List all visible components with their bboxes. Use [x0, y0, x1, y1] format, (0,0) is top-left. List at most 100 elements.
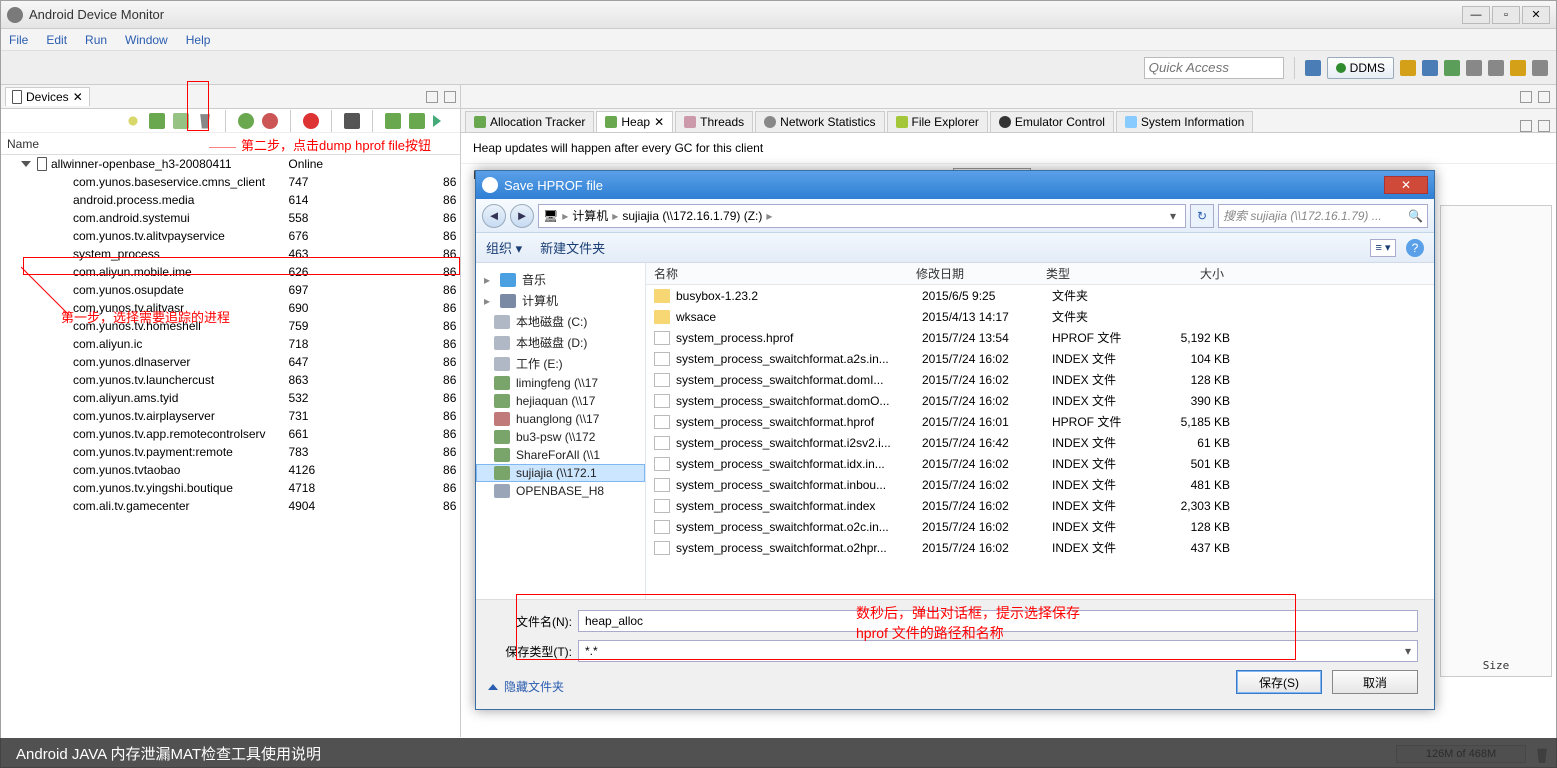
view-menu-icon[interactable]	[433, 115, 441, 127]
file-row[interactable]: busybox-1.23.22015/6/5 9:25文件夹	[646, 285, 1434, 306]
minimize-view-icon[interactable]	[426, 91, 438, 103]
file-row[interactable]: system_process_swaitchformat.index2015/7…	[646, 495, 1434, 516]
open-perspective-icon[interactable]	[1305, 60, 1321, 76]
tab-file-explorer[interactable]: File Explorer	[887, 111, 988, 132]
tb-icon-4[interactable]	[1466, 60, 1482, 76]
search-input[interactable]: 搜索 sujiajia (\\172.16.1.79) ... 🔍	[1218, 204, 1428, 228]
process-row[interactable]: com.ali.tv.gamecenter490486	[1, 497, 460, 515]
toolbar-extra-icon[interactable]	[409, 113, 425, 129]
tree-item[interactable]: sujiajia (\\172.1	[476, 464, 645, 482]
rp-min-icon[interactable]	[1520, 91, 1532, 103]
tab-close-icon[interactable]: ✕	[73, 90, 83, 104]
tree-item[interactable]: ▸计算机	[476, 290, 645, 311]
menu-window[interactable]: Window	[125, 33, 168, 47]
file-row[interactable]: wksace2015/4/13 14:17文件夹	[646, 306, 1434, 327]
rp-max-icon[interactable]	[1538, 91, 1550, 103]
file-row[interactable]: system_process_swaitchformat.inbou...201…	[646, 474, 1434, 495]
cancel-button[interactable]: 取消	[1332, 670, 1418, 694]
devices-tab[interactable]: Devices ✕	[5, 87, 90, 106]
menu-file[interactable]: File	[9, 33, 28, 47]
tab-emulator-control[interactable]: Emulator Control	[990, 111, 1114, 132]
file-row[interactable]: system_process_swaitchformat.i2sv2.i...2…	[646, 432, 1434, 453]
close-button[interactable]: ✕	[1522, 6, 1550, 24]
refresh-button[interactable]: ↻	[1190, 204, 1214, 228]
process-row[interactable]: com.aliyun.ams.tyid53286	[1, 389, 460, 407]
tree-item[interactable]: OPENBASE_H8	[476, 482, 645, 500]
file-row[interactable]: system_process_swaitchformat.idx.in...20…	[646, 453, 1434, 474]
tree-item[interactable]: limingfeng (\\17	[476, 374, 645, 392]
tree-item[interactable]: ▸音乐	[476, 269, 645, 290]
file-list[interactable]: 名称 修改日期 类型 大小 busybox-1.23.22015/6/5 9:2…	[646, 263, 1434, 599]
adm-titlebar[interactable]: Android Device Monitor — ▫ ✕	[1, 1, 1556, 29]
tree-item[interactable]: ShareForAll (\\1	[476, 446, 645, 464]
tb-icon-5[interactable]	[1488, 60, 1504, 76]
tree-item[interactable]: bu3-psw (\\172	[476, 428, 645, 446]
tree-item[interactable]: 本地磁盘 (C:)	[476, 311, 645, 332]
hide-folders-toggle[interactable]: 隐藏文件夹	[488, 678, 564, 695]
file-row[interactable]: system_process_swaitchformat.domO...2015…	[646, 390, 1434, 411]
process-row[interactable]: com.yunos.tv.app.remotecontrolserv66186	[1, 425, 460, 443]
view-options-button[interactable]: ≡ ▾	[1370, 239, 1396, 257]
update-heap-icon[interactable]	[149, 113, 165, 129]
rp-tabs-max-icon[interactable]	[1538, 120, 1550, 132]
process-row[interactable]: com.yunos.tv.yingshi.boutique471886	[1, 479, 460, 497]
tab-network-statistics[interactable]: Network Statistics	[755, 111, 884, 132]
screen-capture-icon[interactable]	[344, 113, 360, 129]
tree-item[interactable]: huanglong (\\17	[476, 410, 645, 428]
process-row[interactable]: com.yunos.dlnaserver64786	[1, 353, 460, 371]
process-row[interactable]: com.yunos.tv.payment:remote78386	[1, 443, 460, 461]
nav-back-button[interactable]: ◄	[482, 204, 506, 228]
maximize-button[interactable]: ▫	[1492, 6, 1520, 24]
tb-icon-6[interactable]	[1510, 60, 1526, 76]
maximize-view-icon[interactable]	[444, 91, 456, 103]
tree-item[interactable]: 本地磁盘 (D:)	[476, 332, 645, 353]
file-row[interactable]: system_process_swaitchformat.domI...2015…	[646, 369, 1434, 390]
minimize-button[interactable]: —	[1462, 6, 1490, 24]
process-row[interactable]: com.yunos.baseservice.cmns_client74786	[1, 173, 460, 191]
stop-process-icon[interactable]	[303, 113, 319, 129]
tab-close-icon[interactable]: ✕	[654, 115, 664, 129]
new-folder-button[interactable]: 新建文件夹	[540, 238, 605, 257]
process-row[interactable]: com.aliyun.ic71886	[1, 335, 460, 353]
folder-tree[interactable]: ▸音乐▸计算机本地磁盘 (C:)本地磁盘 (D:)工作 (E:)limingfe…	[476, 263, 646, 599]
organize-button[interactable]: 组织 ▾	[486, 238, 522, 257]
nav-forward-button[interactable]: ►	[510, 204, 534, 228]
process-row[interactable]: android.process.media61486	[1, 191, 460, 209]
tb-icon-7[interactable]	[1532, 60, 1548, 76]
menu-help[interactable]: Help	[186, 33, 211, 47]
file-row[interactable]: system_process_swaitchformat.o2c.in...20…	[646, 516, 1434, 537]
file-row[interactable]: system_process_swaitchformat.hprof2015/7…	[646, 411, 1434, 432]
process-row[interactable]: com.yunos.tv.airplayserver73186	[1, 407, 460, 425]
process-list[interactable]: allwinner-openbase_h3-20080411Onlinecom.…	[1, 155, 460, 737]
crumb-location[interactable]: sujiajia (\\172.16.1.79) (Z:)	[622, 209, 762, 223]
process-row[interactable]: com.android.systemui55886	[1, 209, 460, 227]
tb-icon-2[interactable]	[1422, 60, 1438, 76]
tree-item[interactable]: hejiaquan (\\17	[476, 392, 645, 410]
file-row[interactable]: system_process_swaitchformat.o2hpr...201…	[646, 537, 1434, 558]
tab-allocation-tracker[interactable]: Allocation Tracker	[465, 111, 594, 132]
tb-icon-3[interactable]	[1444, 60, 1460, 76]
dialog-close-button[interactable]: ✕	[1384, 176, 1428, 194]
process-row[interactable]: com.yunos.osupdate69786	[1, 281, 460, 299]
device-row[interactable]: allwinner-openbase_h3-20080411Online	[1, 155, 460, 173]
tab-threads[interactable]: Threads	[675, 111, 753, 132]
quick-access-input[interactable]	[1144, 57, 1284, 79]
dialog-titlebar[interactable]: Save HPROF file ✕	[476, 171, 1434, 199]
tree-item[interactable]: 工作 (E:)	[476, 353, 645, 374]
process-row[interactable]: com.yunos.tvtaobao412686	[1, 461, 460, 479]
search-icon[interactable]: 🔍	[1408, 209, 1423, 223]
help-button[interactable]: ?	[1406, 239, 1424, 257]
save-button[interactable]: 保存(S)	[1236, 670, 1322, 694]
menu-run[interactable]: Run	[85, 33, 107, 47]
tab-heap[interactable]: Heap✕	[596, 111, 673, 132]
update-threads-icon[interactable]	[238, 113, 254, 129]
crumb-dropdown-icon[interactable]: ▾	[1165, 209, 1181, 223]
file-row[interactable]: system_process.hprof2015/7/24 13:54HPROF…	[646, 327, 1434, 348]
reset-adb-icon[interactable]	[385, 113, 401, 129]
menu-edit[interactable]: Edit	[46, 33, 67, 47]
rp-tabs-min-icon[interactable]	[1520, 120, 1532, 132]
debug-icon[interactable]	[125, 113, 141, 129]
tb-icon-1[interactable]	[1400, 60, 1416, 76]
tab-system-information[interactable]: System Information	[1116, 111, 1253, 132]
process-row[interactable]: com.yunos.tv.alitvpayservice67686	[1, 227, 460, 245]
